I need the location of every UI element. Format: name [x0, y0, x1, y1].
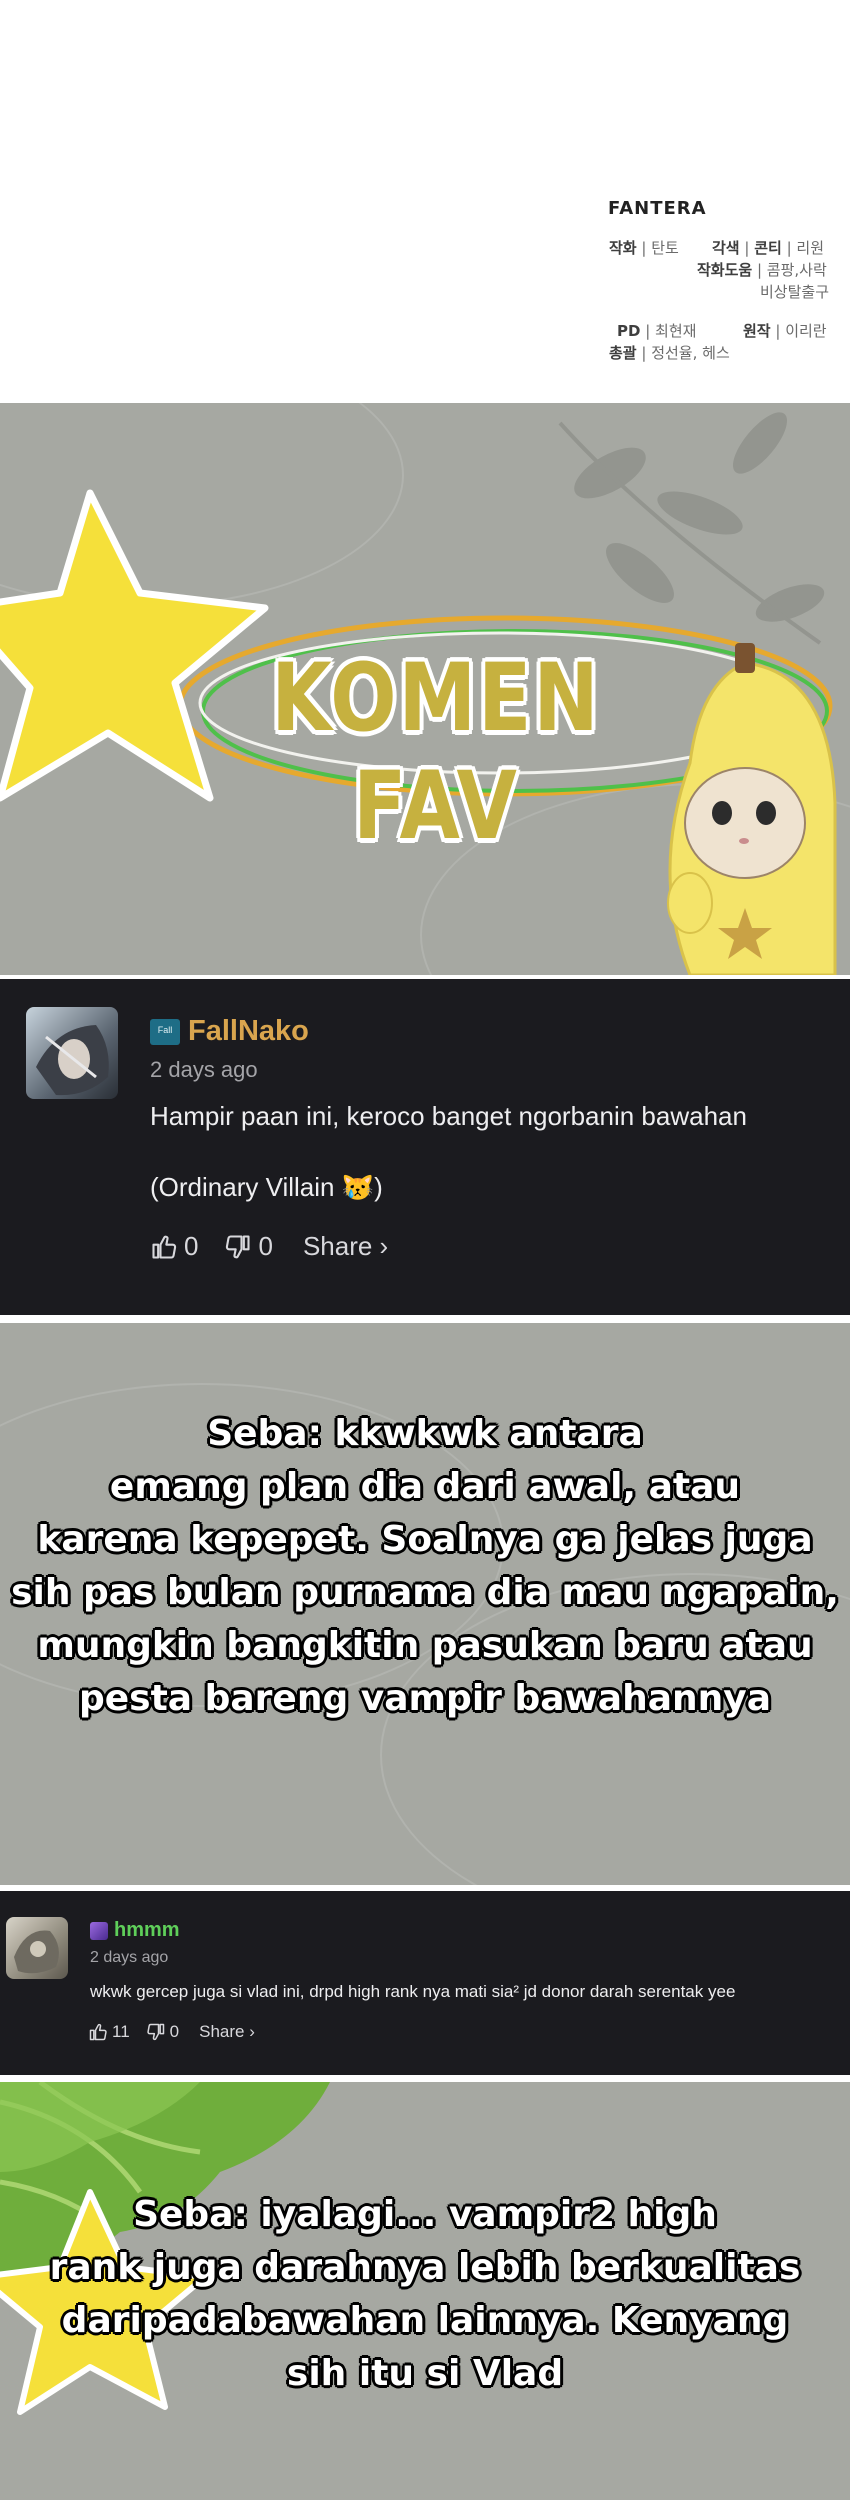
comment-time: 2 days ago — [150, 1057, 258, 1082]
banana-cat-icon — [667, 643, 837, 975]
dislike-button[interactable]: 0 — [146, 2022, 179, 2042]
username-row: Fall FallNako — [150, 1015, 309, 1048]
comment-time: 2 days ago — [90, 1949, 169, 1966]
like-count: 0 — [184, 1231, 199, 1261]
caption-line: Seba: iyalagi... vampir2 high — [133, 2194, 717, 2235]
user-badge-icon: Fall — [150, 1018, 180, 1045]
comment-card: hmmm 2 days ago wkwk gercep juga si vlad… — [0, 1891, 850, 2075]
comment-card: Fall FallNako 2 days ago Hampir paan ini… — [0, 979, 850, 1315]
dislike-button[interactable]: 0 — [224, 1231, 273, 1262]
caption-line: karena kepepet. Soalnya ga jelas juga — [37, 1519, 813, 1560]
caption-line: mungkin bangkitin pasukan baru atau — [37, 1625, 813, 1666]
brand-logo: FANTERA — [608, 198, 707, 219]
comment-actions: 11 0 Share › — [88, 2022, 255, 2042]
thumbs-down-icon — [226, 1234, 251, 1258]
credits-section: FANTERA 작화 | 탄토 각색 | 콘티 | 리원 작화도움 | 콤팡,사… — [0, 0, 850, 403]
credit-original: 원작 | 이리란 — [743, 322, 827, 340]
credit-color-conti: 각색 | 콘티 | 리원 — [712, 239, 825, 257]
thumbs-up-icon — [152, 1235, 177, 1259]
avatar-art-icon — [14, 1930, 59, 1974]
comment-text-2: (Ordinary Villain 😿) — [150, 1172, 383, 1202]
caption-line: pesta bareng vampir bawahannya — [78, 1678, 772, 1719]
comment-actions: 0 0 Share › — [150, 1231, 388, 1262]
like-button[interactable]: 0 — [150, 1231, 198, 1262]
comment-text: wkwk gercep juga si vlad ini, drpd high … — [90, 1982, 736, 2001]
avatar[interactable] — [26, 1007, 118, 1099]
comment-text: Hampir paan ini, keroco banget ngorbanin… — [150, 1101, 747, 1131]
thumbs-down-icon — [146, 2023, 164, 2041]
credit-assist: 작화도움 | 콤팡,사락 — [697, 261, 827, 279]
credit-art: 작화 | 탄토 — [609, 239, 679, 257]
username-row: hmmm — [90, 1919, 180, 1942]
dislike-count: 0 — [258, 1231, 273, 1261]
reply-panel: Seba: kkwkwk antara emang plan dia dari … — [0, 1323, 850, 1885]
caption-line: daripadabawahan lainnya. Kenyang — [61, 2300, 789, 2341]
avatar-face-icon — [36, 1025, 109, 1096]
like-button[interactable]: 11 — [88, 2022, 130, 2042]
credit-assist-2: 비상탈출구 — [760, 283, 830, 301]
reply-caption: Seba: iyalagi... vampir2 high rank juga … — [0, 2188, 850, 2400]
avatar[interactable] — [6, 1917, 68, 1979]
like-count: 11 — [112, 2022, 130, 2041]
caption-line: sih pas bulan purnama dia mau ngapain, — [11, 1572, 839, 1613]
reply-panel: Seba: iyalagi... vampir2 high rank juga … — [0, 2082, 850, 2500]
caption-line: Seba: kkwkwk antara — [207, 1413, 643, 1454]
username[interactable]: hmmm — [114, 1919, 180, 1942]
banner-title: KOMEN FAV — [271, 645, 601, 861]
caption-line: sih itu si Vlad — [286, 2353, 564, 2394]
dislike-count: 0 — [169, 2022, 180, 2041]
leaf-shadows-icon — [558, 412, 825, 645]
credit-general: 총괄 | 정선율, 헤스 — [609, 344, 730, 362]
thumbs-up-icon — [89, 2023, 107, 2041]
komen-fav-banner: KOMEN FAV — [0, 403, 850, 975]
credit-pd: PD | 최현재 — [617, 322, 697, 340]
reply-caption: Seba: kkwkwk antara emang plan dia dari … — [0, 1407, 850, 1725]
share-button[interactable]: Share › — [199, 2022, 255, 2042]
username[interactable]: FallNako — [188, 1015, 309, 1048]
caption-line: rank juga darahnya lebih berkualitas — [49, 2247, 801, 2288]
share-button[interactable]: Share › — [303, 1231, 388, 1262]
user-badge-icon — [90, 1921, 108, 1940]
caption-line: emang plan dia dari awal, atau — [109, 1466, 741, 1507]
